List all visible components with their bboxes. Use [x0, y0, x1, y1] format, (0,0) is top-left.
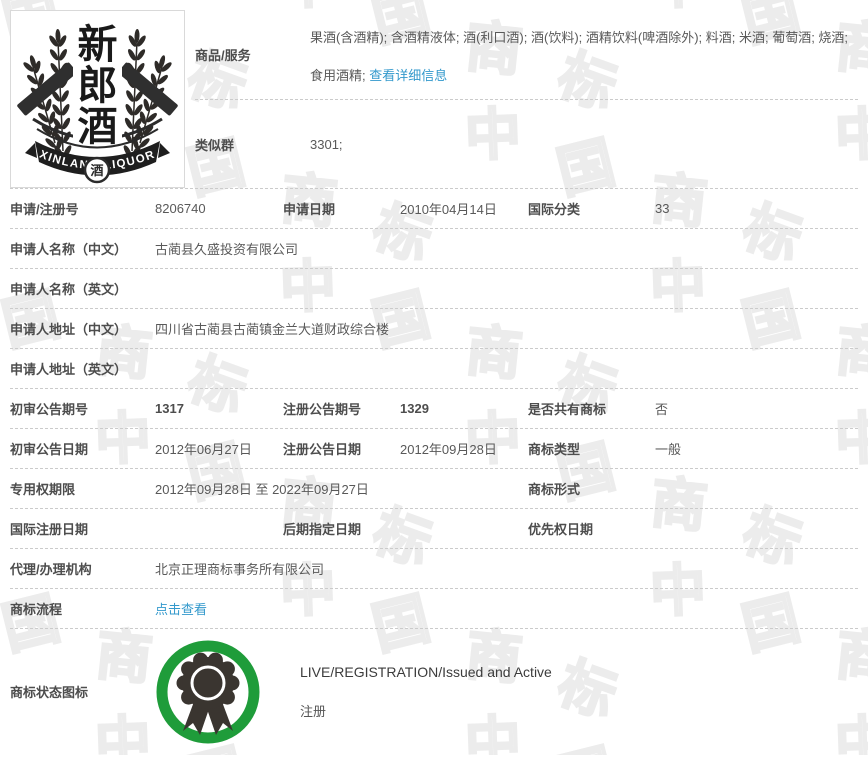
table-row: 初审公告期号1317注册公告期号1329是否共有商标否: [10, 389, 858, 429]
banner-end-left: [25, 143, 37, 158]
goods-services-label: 商品/服务: [195, 10, 310, 99]
field-value: 1317: [155, 401, 283, 416]
table-row: 商标流程点击查看: [10, 589, 858, 629]
trademark-logo-image: 新 郎 酒 XINLANG LIQUOR 酒: [10, 10, 185, 188]
status-text-en: LIVE/REGISTRATION/Issued and Active: [300, 653, 552, 692]
field-label: 初审公告期号: [10, 399, 155, 418]
logo-seal-char: 酒: [90, 163, 103, 178]
trademark-detail-panel: 新 郎 酒 XINLANG LIQUOR 酒 商品/服务 果酒(含酒精); 含酒…: [0, 0, 868, 764]
field-label: 注册公告期号: [283, 399, 400, 418]
field-label: 初审公告日期: [10, 439, 155, 458]
field-value: 8206740: [155, 201, 283, 216]
logo-char-2: 郎: [78, 63, 118, 108]
table-row: 申请人地址（中文）四川省古蔺县古蔺镇金兰大道财政综合楼: [10, 309, 858, 349]
field-value: 一般: [655, 439, 858, 458]
top-section: 新 郎 酒 XINLANG LIQUOR 酒 商品/服务 果酒(含酒精); 含酒…: [10, 10, 858, 189]
field-value: 古蔺县久盛投资有限公司: [155, 239, 858, 258]
field-value: 33: [655, 201, 858, 216]
field-value: 2012年09月28日: [400, 439, 528, 458]
similar-group-row: 类似群 3301;: [195, 100, 858, 188]
field-label: 申请人地址（英文）: [10, 359, 155, 378]
status-icon-label: 商标状态图标: [10, 682, 155, 701]
table-row: 代理/办理机构北京正理商标事务所有限公司: [10, 549, 858, 589]
field-value: 北京正理商标事务所有限公司: [155, 559, 858, 578]
field-value: 2012年09月28日 至 2022年09月27日: [155, 479, 528, 498]
field-label: 注册公告日期: [283, 439, 400, 458]
field-label: 申请人地址（中文）: [10, 319, 155, 338]
rosette-body: [182, 657, 234, 709]
table-row: 申请人名称（英文）: [10, 269, 858, 309]
table-row: 申请/注册号8206740申请日期2010年04月14日国际分类33: [10, 189, 858, 229]
goods-services-value: 果酒(含酒精); 含酒精液体; 酒(利口酒); 酒(饮料); 酒精饮料(啤酒除外…: [310, 10, 858, 99]
field-label: 国际分类: [528, 199, 655, 218]
table-row: 申请人名称（中文）古蔺县久盛投资有限公司: [10, 229, 858, 269]
status-text-cn: 注册: [300, 692, 552, 731]
field-label: 是否共有商标: [528, 399, 655, 418]
logo-char-3: 酒: [78, 104, 118, 149]
goods-services-row: 商品/服务 果酒(含酒精); 含酒精液体; 酒(利口酒); 酒(饮料); 酒精饮…: [195, 10, 858, 100]
similar-group-value: 3301;: [310, 137, 343, 152]
table-row: 申请人地址（英文）: [10, 349, 858, 389]
field-value: 2010年04月14日: [400, 199, 528, 218]
field-label: 后期指定日期: [283, 519, 400, 538]
banner-end-right: [158, 143, 170, 158]
top-right-fields: 商品/服务 果酒(含酒精); 含酒精液体; 酒(利口酒); 酒(饮料); 酒精饮…: [195, 10, 858, 188]
field-label: 优先权日期: [528, 519, 655, 538]
table-row: 初审公告日期2012年06月27日注册公告日期2012年09月28日商标类型一般: [10, 429, 858, 469]
status-row: 商标状态图标 LIVE/REGISTRATION/Issued and Acti…: [10, 629, 858, 754]
field-label: 申请日期: [283, 199, 400, 218]
field-label: 专用权期限: [10, 479, 155, 498]
field-label: 商标流程: [10, 599, 155, 618]
field-label: 申请人名称（中文）: [10, 239, 155, 258]
table-row: 专用权期限2012年09月28日 至 2022年09月27日商标形式: [10, 469, 858, 509]
field-label: 商标形式: [528, 479, 655, 498]
field-label: 代理/办理机构: [10, 559, 155, 578]
field-value: 否: [655, 399, 858, 418]
field-label: 商标类型: [528, 439, 655, 458]
field-label: 申请人名称（英文）: [10, 279, 155, 298]
trademark-process-link[interactable]: 点击查看: [155, 599, 858, 618]
field-value: 1329: [400, 401, 528, 416]
field-value: 四川省古蔺县古蔺镇金兰大道财政综合楼: [155, 319, 858, 338]
field-label: 国际注册日期: [10, 519, 155, 538]
ribbon-medal-icon: [155, 639, 261, 745]
field-value: 2012年06月27日: [155, 439, 283, 458]
logo-char-1: 新: [78, 22, 118, 67]
table-row: 国际注册日期 后期指定日期 优先权日期: [10, 509, 858, 549]
similar-group-label: 类似群: [195, 135, 310, 154]
field-label: 申请/注册号: [10, 199, 155, 218]
field-rows: 申请/注册号8206740申请日期2010年04月14日国际分类33申请人名称（…: [10, 189, 858, 629]
status-text-block: LIVE/REGISTRATION/Issued and Active 注册: [300, 653, 552, 731]
xinlang-liquor-logo: 新 郎 酒 XINLANG LIQUOR 酒: [11, 11, 184, 187]
view-details-link[interactable]: 查看详细信息: [369, 68, 447, 83]
